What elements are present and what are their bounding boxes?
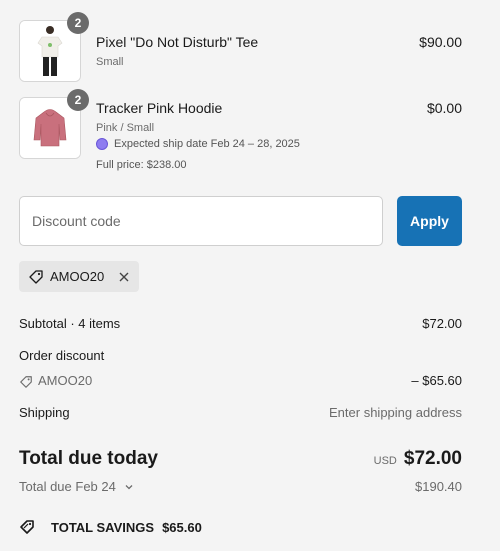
shipping-label: Shipping [19,405,70,420]
order-discount-row: Order discount [19,348,462,363]
line-item: 2 Tracker Pink Hoodie Pink / Small Expec… [19,89,462,177]
subtotal-value: $72.00 [422,316,462,331]
total-row: Total due today USD $72.00 [19,448,462,470]
ship-date-text: Expected ship date Feb 24 – 28, 2025 [114,138,300,150]
due-later-label: Total due Feb 24 [19,479,116,494]
savings-label: TOTAL SAVINGS [51,519,155,535]
order-discount-label: Order discount [19,348,105,363]
full-price: Full price: $238.00 [96,159,187,171]
product-variant: Pink / Small [96,122,155,134]
quantity-badge: 2 [67,12,89,34]
product-variant: Small [96,56,124,68]
total-amount: $72.00 [403,448,462,469]
due-later-row: Total due Feb 24 $190.40 [19,479,462,494]
quantity-badge: 2 [67,89,89,111]
discount-code-label: AMOO20 [38,373,93,388]
savings-tag-icon [19,519,35,535]
due-later-toggle[interactable]: Total due Feb 24 [19,479,134,494]
chevron-down-icon [124,482,134,492]
due-later-amount: $190.40 [415,479,462,494]
product-name: Tracker Pink Hoodie [96,100,223,116]
discount-code-row: AMOO20 – $65.60 [19,373,462,389]
apply-button[interactable]: Apply [397,196,462,246]
subtotal-label: Subtotal · 4 items [19,316,121,331]
applied-discount-chip: AMOO20 [19,261,139,292]
shipping-value: Enter shipping address [329,405,462,420]
savings-amount: $65.60 [162,519,202,535]
ship-status-dot-icon [96,138,108,150]
applied-discount-code: AMOO20 [50,269,105,284]
currency-code: USD [373,455,397,467]
product-price: $90.00 [419,34,462,50]
tag-icon [19,375,33,389]
product-price: $0.00 [426,100,462,116]
ship-date-note: Expected ship date Feb 24 – 28, 2025 [96,138,300,150]
total-label: Total due today [19,448,158,469]
line-item: 2 Pixel "Do Not Disturb" Tee Small $90.0… [19,12,462,84]
tag-icon [28,269,44,285]
remove-discount-close-icon[interactable] [118,271,130,283]
shipping-row: Shipping Enter shipping address [19,405,462,420]
total-savings: TOTAL SAVINGS $65.60 [19,519,202,535]
discount-amount: – $65.60 [411,373,462,388]
discount-code-input[interactable] [19,196,383,246]
product-name: Pixel "Do Not Disturb" Tee [96,34,259,50]
subtotal-row: Subtotal · 4 items $72.00 [19,316,462,331]
